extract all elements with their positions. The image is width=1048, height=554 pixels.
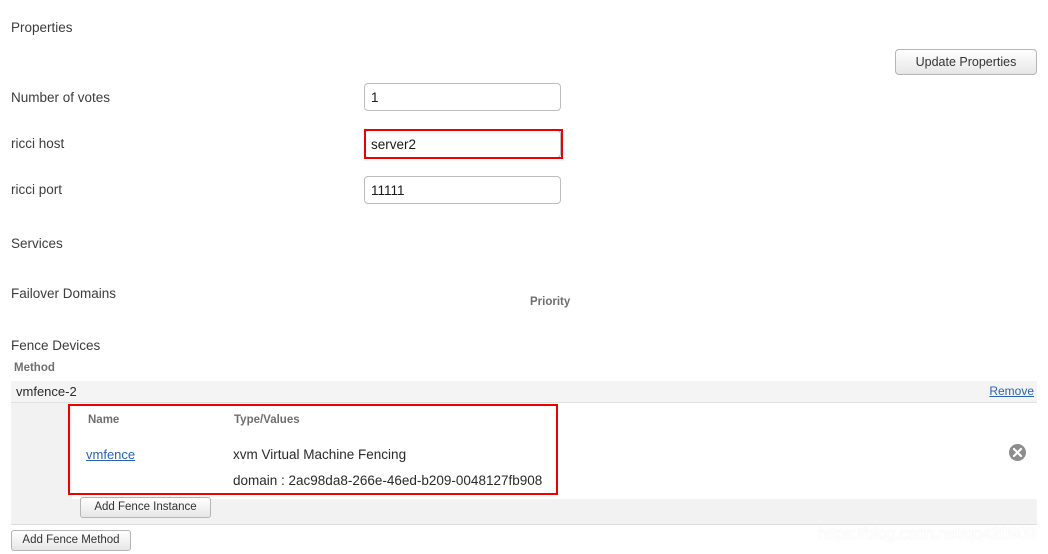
update-properties-button[interactable]: Update Properties xyxy=(895,49,1037,75)
failover-domains-section-title: Failover Domains xyxy=(11,286,117,301)
services-section-title: Services xyxy=(11,236,63,251)
remove-fence-method-link[interactable]: Remove xyxy=(989,384,1034,398)
instance-name-column-header: Name xyxy=(88,414,120,426)
fence-method-name: vmfence-2 xyxy=(16,384,77,399)
fence-devices-section-title: Fence Devices xyxy=(11,338,101,353)
fence-instance-type-value: xvm Virtual Machine Fencing xyxy=(233,447,407,462)
fence-method-row: vmfence-2 Remove xyxy=(11,381,1037,403)
fence-instance-domain-value: domain : 2ac98da8-266e-46ed-b209-0048127… xyxy=(233,473,543,488)
ricci-port-input[interactable] xyxy=(364,176,561,204)
number-of-votes-input[interactable] xyxy=(364,83,561,111)
properties-section-title: Properties xyxy=(11,20,73,35)
number-of-votes-label: Number of votes xyxy=(11,90,111,105)
priority-column-header: Priority xyxy=(530,296,571,308)
method-column-header: Method xyxy=(14,362,55,374)
fence-instance-table: Name Type/Values vmfence xvm Virtual Mac… xyxy=(72,403,1037,499)
ricci-host-input[interactable] xyxy=(364,130,561,158)
ricci-host-label: ricci host xyxy=(11,136,65,151)
properties-page: Properties Update Properties Number of v… xyxy=(0,0,1048,554)
watermark-text: https://blog.csdn.net/qq420909 xyxy=(818,524,1036,543)
add-fence-method-button[interactable]: Add Fence Method xyxy=(11,530,131,551)
delete-fence-instance-icon[interactable] xyxy=(1009,444,1026,461)
instance-type-column-header: Type/Values xyxy=(234,414,300,426)
fence-instance-name-link[interactable]: vmfence xyxy=(86,447,135,462)
add-fence-instance-button[interactable]: Add Fence Instance xyxy=(80,497,211,518)
ricci-port-label: ricci port xyxy=(11,182,63,197)
